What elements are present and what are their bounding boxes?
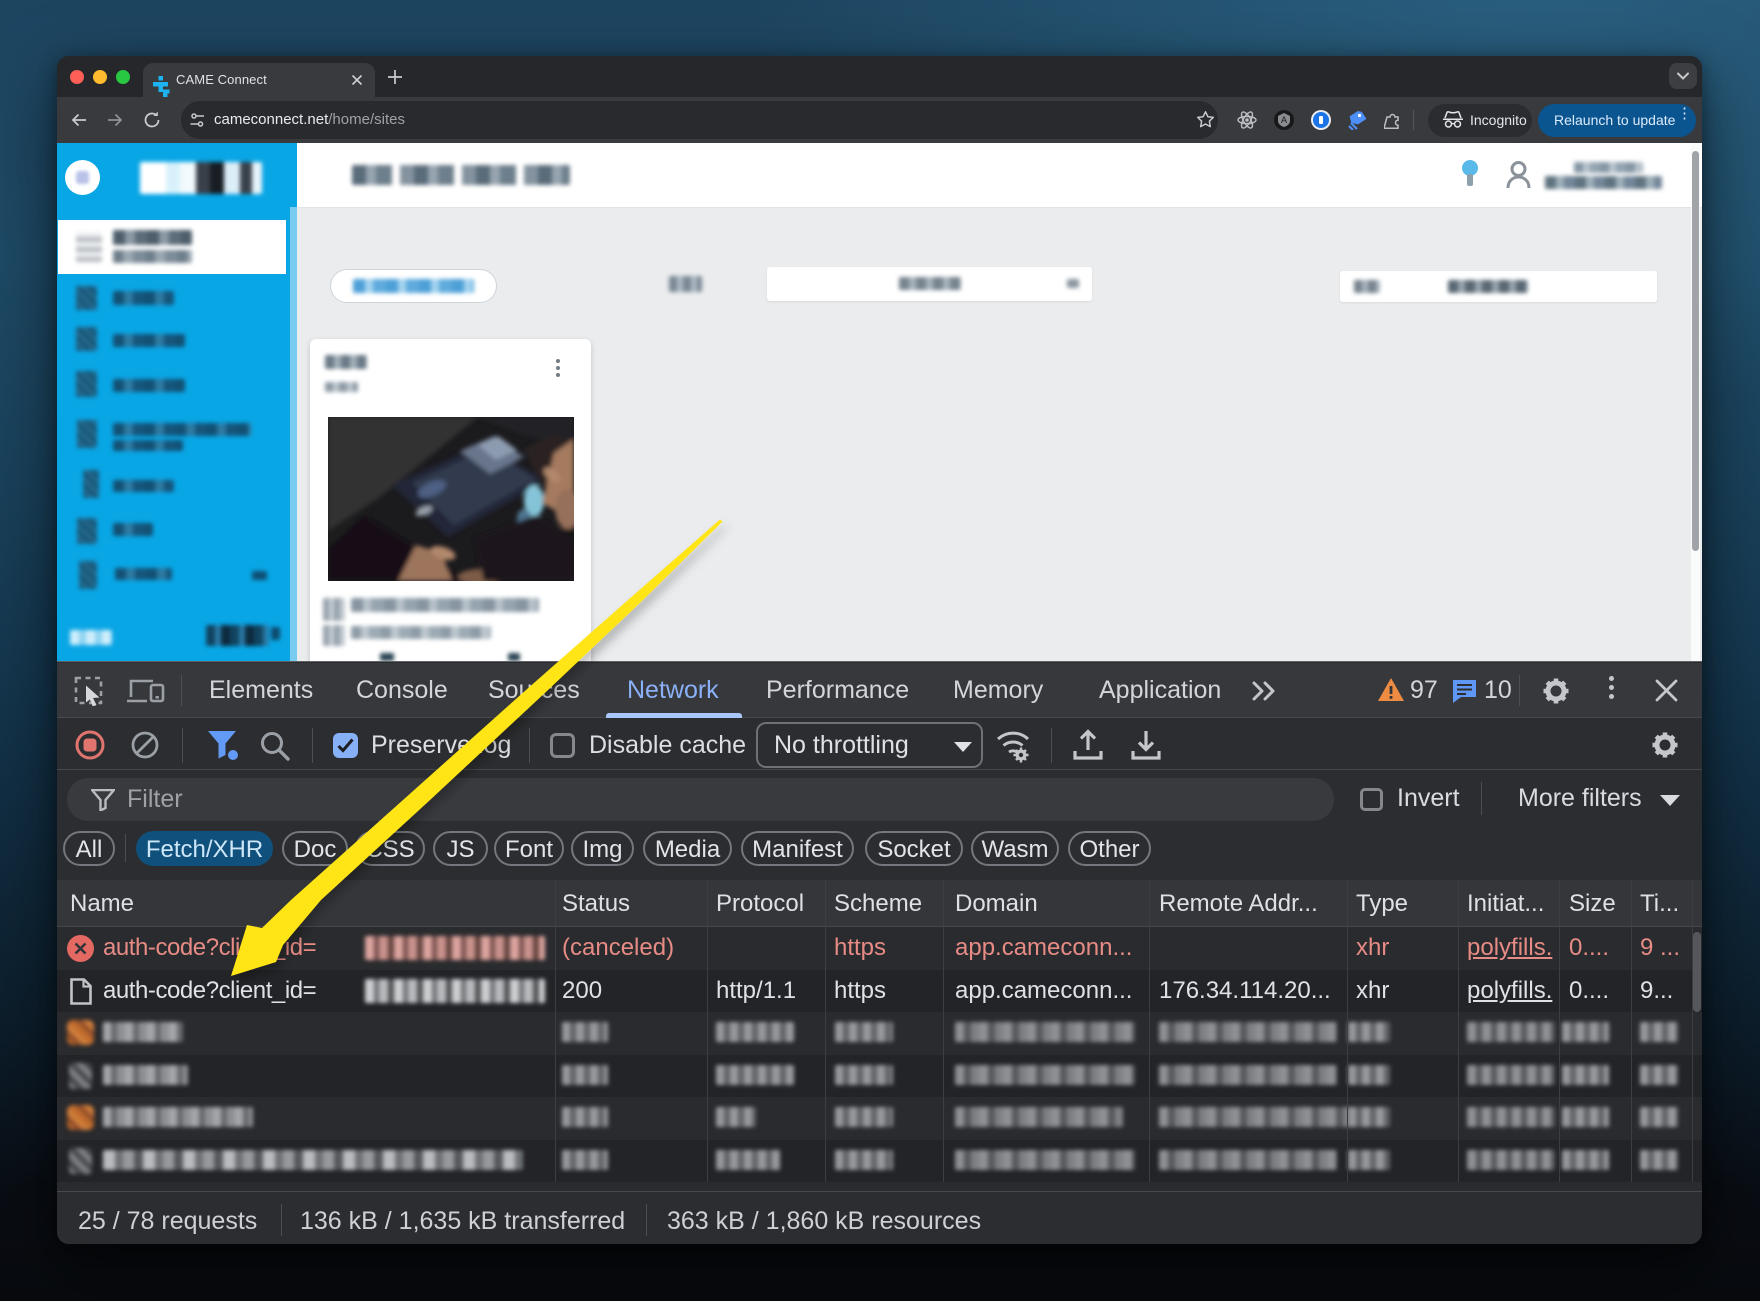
- svg-text:A: A: [1281, 115, 1287, 125]
